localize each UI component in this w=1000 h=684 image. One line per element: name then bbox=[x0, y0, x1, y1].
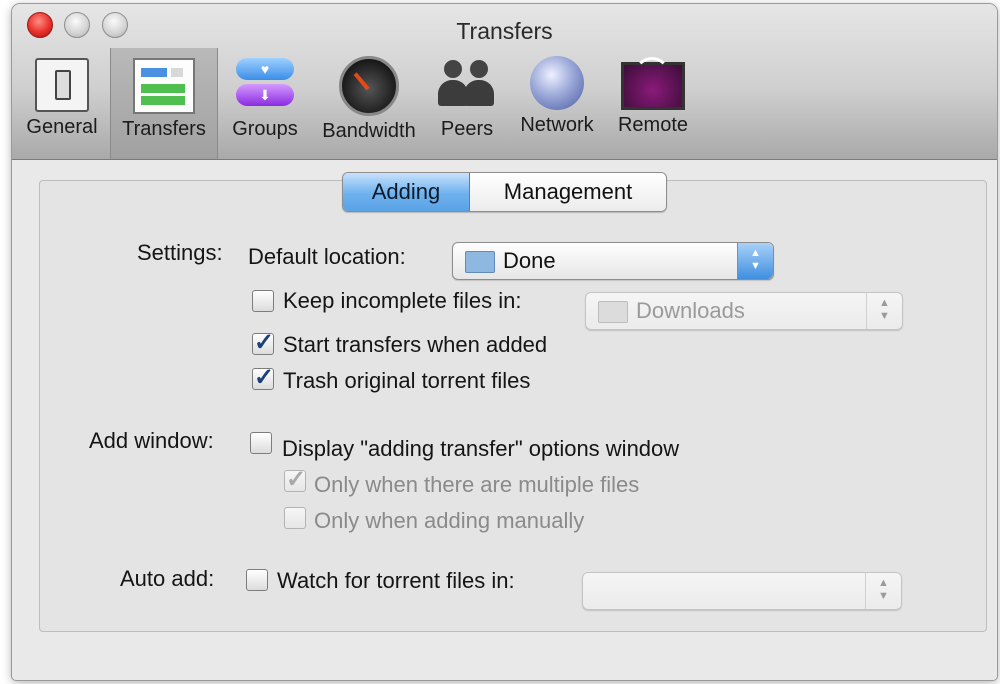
incomplete-folder-value: Downloads bbox=[636, 298, 745, 323]
toolbar-item-network[interactable]: Network bbox=[512, 52, 602, 137]
keep-incomplete-checkbox[interactable] bbox=[252, 290, 274, 312]
groups-icon: ♥ ⬇ bbox=[234, 52, 296, 114]
toolbar-item-groups[interactable]: ♥ ⬇ Groups bbox=[222, 52, 308, 141]
settings-section-label: Settings: bbox=[137, 240, 223, 265]
toolbar-label: Groups bbox=[232, 118, 298, 140]
tab-management[interactable]: Management bbox=[470, 173, 666, 211]
default-location-label: Default location: bbox=[248, 244, 406, 269]
default-location-popup[interactable]: Done ▲ ▼ bbox=[452, 242, 774, 280]
title-toolbar: Transfers General Transfers ♥ ⬇ Groups B… bbox=[12, 4, 997, 160]
toolbar-item-general[interactable]: General bbox=[16, 52, 108, 139]
display-options-checkbox[interactable] bbox=[250, 432, 272, 454]
toolbar-label: Peers bbox=[440, 118, 494, 140]
trash-original-label: Trash original torrent files bbox=[283, 368, 531, 393]
toolbar-item-bandwidth[interactable]: Bandwidth bbox=[314, 52, 424, 143]
watch-folder-label: Watch for torrent files in: bbox=[277, 568, 515, 593]
toolbar-item-transfers[interactable]: Transfers bbox=[110, 48, 218, 159]
trash-original-checkbox[interactable] bbox=[252, 363, 274, 392]
incomplete-folder-popup[interactable]: Downloads ▲ ▼ bbox=[585, 292, 903, 330]
toolbar-label: Remote bbox=[617, 114, 689, 136]
start-transfers-label: Start transfers when added bbox=[283, 332, 548, 357]
window-title: Transfers bbox=[456, 18, 553, 44]
only-multiple-files-checkbox[interactable] bbox=[284, 465, 306, 494]
popup-arrows-icon: ▲ ▼ bbox=[866, 293, 902, 329]
peers-icon bbox=[436, 52, 498, 114]
remote-icon bbox=[621, 57, 685, 110]
display-options-label: Display "adding transfer" options window bbox=[282, 436, 680, 461]
tab-adding[interactable]: Adding bbox=[343, 173, 470, 211]
transfers-icon bbox=[133, 58, 195, 114]
start-transfers-checkbox[interactable] bbox=[252, 328, 274, 357]
keep-incomplete-label: Keep incomplete files in: bbox=[283, 288, 522, 313]
add-window-section-label: Add window: bbox=[89, 428, 214, 453]
toolbar-label: Bandwidth bbox=[322, 120, 416, 142]
toolbar-item-peers[interactable]: Peers bbox=[432, 52, 502, 141]
toolbar-label: Transfers bbox=[122, 118, 206, 140]
network-globe-icon bbox=[530, 56, 584, 110]
default-location-value: Done bbox=[503, 248, 556, 273]
watch-folder-checkbox[interactable] bbox=[246, 569, 268, 591]
toolbar-item-remote[interactable]: Remote bbox=[610, 52, 696, 137]
tab-control: Adding Management bbox=[342, 172, 667, 212]
general-switch-icon bbox=[35, 58, 89, 112]
toolbar-label: General bbox=[26, 116, 98, 138]
popup-arrows-icon: ▲ ▼ bbox=[737, 243, 773, 279]
preferences-window: Transfers General Transfers ♥ ⬇ Groups B… bbox=[12, 4, 997, 680]
folder-icon bbox=[465, 251, 495, 273]
watch-folder-popup[interactable]: ▲ ▼ bbox=[582, 572, 902, 610]
downloads-folder-icon bbox=[598, 301, 628, 323]
only-manual-label: Only when adding manually bbox=[314, 508, 585, 533]
auto-add-section-label: Auto add: bbox=[120, 566, 215, 591]
only-manual-checkbox[interactable] bbox=[284, 507, 306, 529]
only-multiple-files-label: Only when there are multiple files bbox=[314, 472, 640, 497]
bandwidth-gauge-icon bbox=[339, 56, 399, 116]
toolbar-label: Network bbox=[520, 114, 594, 136]
popup-arrows-icon: ▲ ▼ bbox=[865, 573, 901, 609]
